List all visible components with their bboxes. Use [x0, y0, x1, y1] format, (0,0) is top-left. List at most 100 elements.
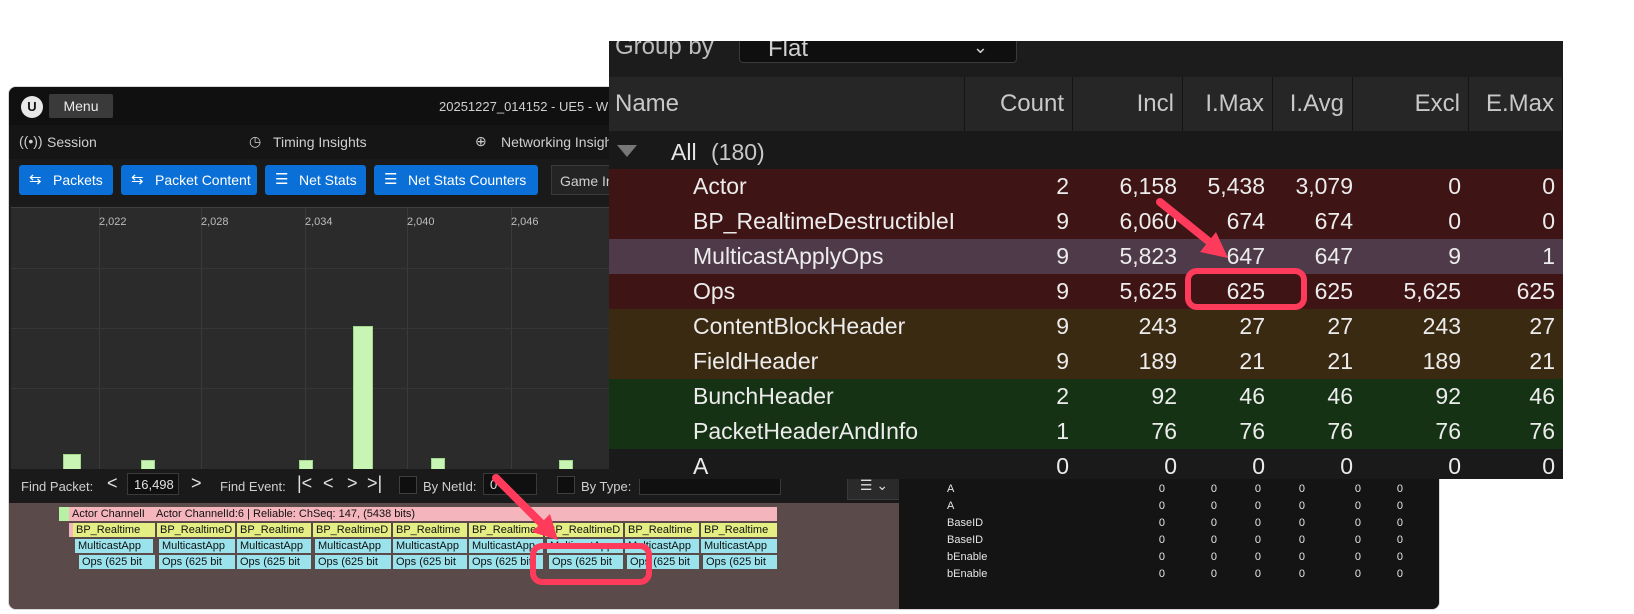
row-emax: 0 — [1542, 173, 1555, 199]
by-netid-label: By NetId: — [423, 479, 477, 494]
table-row[interactable]: ContentBlockHeader 9 243 27 27 243 27 — [609, 309, 1563, 344]
content-event[interactable]: MulticastApp — [701, 539, 777, 553]
group-by-dropdown[interactable]: Flat ⌄ — [739, 41, 1017, 63]
first-event-icon[interactable]: |< — [297, 473, 312, 494]
row-count: 9 — [1056, 278, 1069, 304]
content-event[interactable]: Ops (625 bit — [237, 555, 311, 569]
content-event[interactable]: BP_RealtimeD — [313, 523, 391, 537]
row-excl: 76 — [1435, 418, 1461, 444]
packet-graph[interactable]: 2,022 2,028 2,034 2,040 2,046 — [11, 207, 611, 470]
chevron-down-icon: ⌄ — [972, 41, 988, 57]
next-event-icon[interactable]: > — [347, 473, 358, 494]
row-iavg: 3,079 — [1295, 173, 1353, 199]
row-count: 9 — [1056, 313, 1069, 339]
last-event-icon[interactable]: >| — [367, 473, 382, 494]
row-name: Actor — [693, 173, 747, 199]
content-event[interactable]: Ops (625 bit — [703, 555, 777, 569]
content-event[interactable]: MulticastApp — [159, 539, 235, 553]
content-event[interactable]: MulticastApp — [237, 539, 311, 553]
prev-event-icon[interactable]: < — [323, 473, 334, 494]
table-row[interactable]: FieldHeader 9 189 21 21 189 21 — [609, 344, 1563, 379]
packet-bar-selected[interactable] — [353, 326, 373, 470]
packet-content-button[interactable]: ⇆ Packet Content — [121, 165, 257, 195]
content-event[interactable]: BP_Realtime — [393, 523, 467, 537]
table-row[interactable]: A 0 0 0 0 0 0 — [947, 481, 1427, 498]
column-header-excl[interactable]: Excl — [1353, 77, 1469, 131]
content-event[interactable]: MulticastApp — [75, 539, 153, 553]
next-packet-icon[interactable]: > — [191, 473, 202, 494]
row-iavg: 46 — [1327, 383, 1353, 409]
row-incl: 5,625 — [1119, 278, 1177, 304]
row-excl: 0 — [1448, 173, 1461, 199]
tab-networking-insights[interactable]: Networking Insigh — [501, 134, 612, 150]
content-event[interactable]: MulticastApp — [315, 539, 391, 553]
row-count: 0 — [1056, 453, 1069, 479]
row-emax: 21 — [1529, 348, 1555, 374]
menu-button[interactable]: Menu — [49, 94, 113, 118]
row-excl: 0 — [1448, 208, 1461, 234]
row-count: 1 — [1056, 418, 1069, 444]
row-emax: 27 — [1529, 313, 1555, 339]
content-event[interactable]: Actor ChannelI — [69, 507, 153, 521]
content-event[interactable]: MulticastApp — [393, 539, 467, 553]
table-row[interactable]: A 0 0 0 0 0 0 — [947, 498, 1427, 515]
table-row[interactable]: BunchHeader 2 92 46 46 92 46 — [609, 379, 1563, 414]
column-header-name[interactable]: Name — [609, 77, 965, 131]
packets-button[interactable]: ⇆ Packets — [19, 165, 113, 195]
table-row[interactable]: BP_RealtimeDestructibleI 9 6,060 674 674… — [609, 204, 1563, 239]
packet-content-label: Packet Content — [155, 172, 251, 188]
find-packet-label: Find Packet: — [21, 479, 94, 494]
annotation-arrow — [1156, 198, 1228, 258]
row-iavg: 76 — [1327, 418, 1353, 444]
list-icon: ☰ — [384, 171, 398, 188]
group-by-label: Group by — [615, 41, 714, 60]
by-netid-checkbox[interactable] — [399, 476, 417, 494]
table-row[interactable]: PacketHeaderAndInfo 1 76 76 76 76 76 — [609, 414, 1563, 449]
by-type-label: By Type: — [581, 479, 632, 494]
event-marker[interactable] — [59, 507, 69, 521]
table-row[interactable]: A 0 0 0 0 0 0 — [609, 449, 1563, 479]
column-header-incl[interactable]: Incl — [1073, 77, 1183, 131]
content-event[interactable]: BP_Realtime — [73, 523, 155, 537]
content-event[interactable]: BP_RealtimeD — [157, 523, 235, 537]
net-stats-counters-button[interactable]: ☰ Net Stats Counters — [374, 165, 538, 195]
content-event[interactable]: Actor ChannelId:6 | Reliable: ChSeq: 147… — [153, 507, 777, 521]
column-header-imax[interactable]: I.Max — [1183, 77, 1273, 131]
content-event[interactable]: Ops (625 bit — [315, 555, 391, 569]
table-row[interactable]: BaseID 0 0 0 0 0 0 — [947, 532, 1427, 549]
net-stats-label: Net Stats — [299, 172, 357, 188]
axis-tick: 2,040 — [407, 216, 435, 228]
row-excl: 92 — [1435, 383, 1461, 409]
row-count: 9 — [1056, 243, 1069, 269]
content-event[interactable]: Ops (625 bit — [79, 555, 155, 569]
row-name: ContentBlockHeader — [693, 313, 906, 339]
collapse-triangle-icon[interactable] — [617, 145, 637, 157]
content-event[interactable]: BP_Realtime — [625, 523, 699, 537]
column-header-iavg[interactable]: I.Avg — [1273, 77, 1353, 131]
column-header-emax[interactable]: E.Max — [1469, 77, 1563, 131]
table-row[interactable]: Actor 2 6,158 5,438 3,079 0 0 — [609, 169, 1563, 204]
content-event[interactable]: BP_Realtime — [701, 523, 777, 537]
net-stats-panel: Group by Flat ⌄ Name Count Incl I.Max I.A… — [609, 41, 1563, 479]
globe-icon: ⊕ — [475, 133, 487, 149]
row-imax: 21 — [1239, 348, 1265, 374]
table-row[interactable]: MulticastApplyOps 9 5,823 647 647 9 1 — [609, 239, 1563, 274]
table-row[interactable]: Ops 9 5,625 625 625 5,625 625 — [609, 274, 1563, 309]
row-incl: 92 — [1151, 383, 1177, 409]
column-header-count[interactable]: Count — [965, 77, 1073, 131]
row-name: BunchHeader — [693, 383, 834, 409]
content-event[interactable]: Ops (625 bit — [159, 555, 235, 569]
table-row[interactable]: bEnable 0 0 0 0 0 0 — [947, 549, 1427, 566]
content-event[interactable]: BP_Realtime — [237, 523, 311, 537]
table-row[interactable]: bEnable 0 0 0 0 0 0 — [947, 566, 1427, 583]
packet-bar[interactable] — [63, 454, 81, 470]
table-row[interactable]: BaseID 0 0 0 0 0 0 — [947, 515, 1427, 532]
row-excl: 5,625 — [1403, 278, 1461, 304]
content-event[interactable]: Ops (625 bit — [393, 555, 467, 569]
net-stats-button[interactable]: ☰ Net Stats — [265, 165, 366, 195]
find-packet-input[interactable]: 16,498 — [127, 473, 179, 495]
tab-timing-insights[interactable]: Timing Insights — [273, 134, 367, 150]
prev-packet-icon[interactable]: < — [107, 473, 118, 494]
tab-session[interactable]: Session — [47, 134, 97, 150]
window-title: 20251227_014152 - UE5 - Wi — [439, 99, 612, 114]
